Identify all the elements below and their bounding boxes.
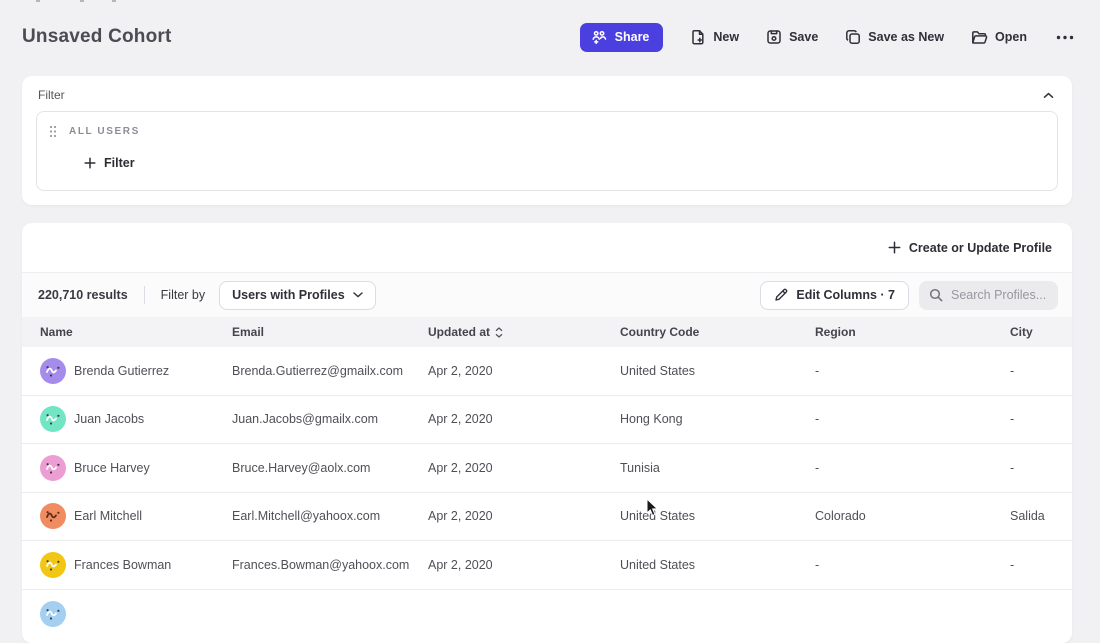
filter-panel-title: Filter [38, 88, 65, 102]
chevron-up-icon [1043, 92, 1054, 99]
column-header-email[interactable]: Email [232, 325, 428, 339]
results-count: 220,710 results [38, 288, 128, 302]
clipped-top-text [0, 0, 1100, 3]
column-header-country-code[interactable]: Country Code [620, 325, 815, 339]
pencil-icon [774, 288, 788, 302]
add-filter-label: Filter [104, 156, 135, 170]
save-icon [766, 29, 782, 45]
divider [144, 286, 145, 304]
header-actions: Share New Save [580, 23, 1076, 52]
avatar [40, 552, 66, 578]
all-users-label: ALL USERS [69, 126, 140, 137]
new-button[interactable]: New [690, 29, 739, 46]
edit-columns-label: Edit Columns · 7 [796, 288, 895, 302]
search-profiles-box [919, 281, 1058, 310]
avatar [40, 358, 66, 384]
search-profiles-input[interactable] [951, 288, 1048, 302]
new-button-label: New [713, 30, 739, 44]
share-button-label: Share [615, 30, 650, 44]
results-toolbar: 220,710 results Filter by Users with Pro… [22, 272, 1072, 317]
collapse-filter-button[interactable] [1041, 90, 1056, 101]
avatar [40, 455, 66, 481]
results-panel: Create or Update Profile 220,710 results… [22, 223, 1072, 643]
save-as-new-button[interactable]: Save as New [845, 29, 944, 45]
column-header-name[interactable]: Name [40, 325, 232, 339]
folder-icon [971, 30, 988, 45]
share-users-icon [591, 30, 607, 45]
create-or-update-profile-button[interactable]: Create or Update Profile [888, 241, 1052, 255]
copy-icon [845, 29, 861, 45]
drag-handle-icon[interactable] [49, 125, 57, 138]
avatar [40, 601, 66, 627]
table-row[interactable]: Bruce Harvey Bruce.Harvey@aolx.com Apr 2… [22, 444, 1072, 493]
plus-icon [888, 241, 901, 254]
filter-group: ALL USERS Filter [36, 111, 1058, 191]
table-row[interactable] [22, 590, 1072, 604]
column-header-city[interactable]: City [1010, 325, 1072, 339]
table-header: Name Email Updated at Country Code Regio… [22, 317, 1072, 347]
more-options-button[interactable] [1054, 33, 1076, 42]
chevron-down-icon [353, 292, 363, 298]
sort-icon [495, 327, 503, 338]
avatar [40, 406, 66, 432]
add-filter-button[interactable]: Filter [84, 156, 135, 170]
save-as-new-button-label: Save as New [868, 30, 944, 44]
open-button[interactable]: Open [971, 30, 1027, 45]
avatar [40, 503, 66, 529]
ellipsis-icon [1056, 35, 1074, 40]
share-button[interactable]: Share [580, 23, 664, 52]
create-or-update-profile-label: Create or Update Profile [909, 241, 1052, 255]
filter-panel: Filter ALL USERS Filter [22, 76, 1072, 205]
filter-by-label: Filter by [161, 288, 205, 302]
table-row[interactable]: Juan Jacobs Juan.Jacobs@gmailx.com Apr 2… [22, 396, 1072, 445]
table-row[interactable]: Earl Mitchell Earl.Mitchell@yahoox.com A… [22, 493, 1072, 542]
save-button-label: Save [789, 30, 818, 44]
new-file-icon [690, 29, 706, 46]
table-row[interactable]: Frances Bowman Frances.Bowman@yahoox.com… [22, 541, 1072, 590]
table-row[interactable]: Brenda Gutierrez Brenda.Gutierrez@gmailx… [22, 347, 1072, 396]
plus-icon [84, 157, 96, 169]
column-header-updated-at[interactable]: Updated at [428, 325, 620, 339]
save-button[interactable]: Save [766, 29, 818, 45]
search-icon [929, 288, 943, 302]
open-button-label: Open [995, 30, 1027, 44]
profile-type-dropdown[interactable]: Users with Profiles [219, 281, 376, 310]
column-header-region[interactable]: Region [815, 325, 1010, 339]
page-title: Unsaved Cohort [22, 26, 172, 48]
profile-type-dropdown-value: Users with Profiles [232, 288, 345, 302]
header-bar: Unsaved Cohort Share New [0, 0, 1100, 58]
edit-columns-button[interactable]: Edit Columns · 7 [760, 281, 909, 310]
